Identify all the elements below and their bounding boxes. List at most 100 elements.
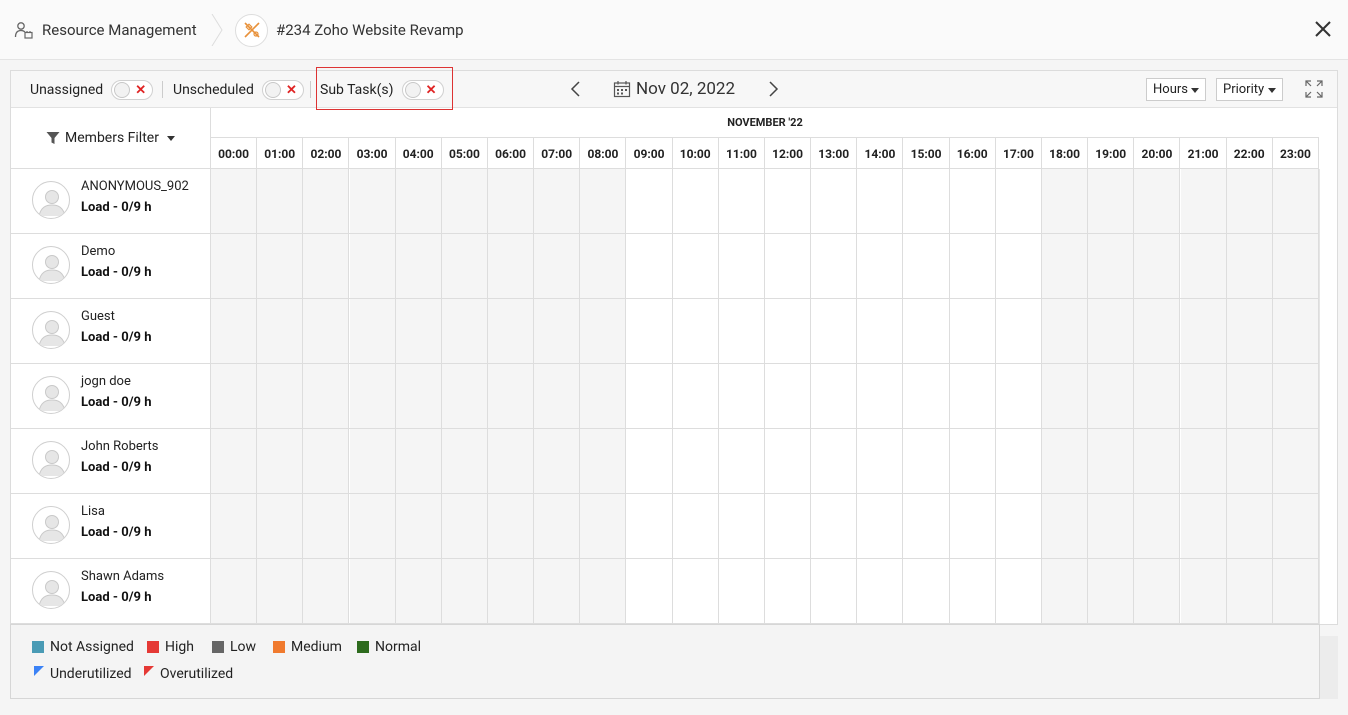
hour-column[interactable] bbox=[811, 169, 858, 624]
hour-column[interactable] bbox=[303, 169, 350, 624]
user-avatar-icon bbox=[38, 255, 66, 282]
hour-header-cell: 14:00 bbox=[857, 138, 904, 169]
hour-column[interactable] bbox=[626, 169, 673, 624]
close-icon[interactable] bbox=[1312, 18, 1334, 40]
member-row[interactable]: jogn doe Load - 0/9 h bbox=[11, 364, 211, 429]
hour-header-cell: 19:00 bbox=[1088, 138, 1135, 169]
hour-column[interactable] bbox=[1134, 169, 1181, 624]
hour-column[interactable] bbox=[1042, 169, 1089, 624]
hour-column[interactable] bbox=[395, 169, 442, 624]
hour-column[interactable] bbox=[1226, 169, 1273, 624]
toolbar-divider bbox=[162, 81, 163, 98]
legend-label: Underutilized bbox=[50, 666, 132, 682]
calendar-icon bbox=[613, 81, 631, 98]
chevron-down-icon bbox=[1268, 88, 1276, 93]
module-title: Resource Management bbox=[42, 21, 197, 39]
hour-header-cell: 16:00 bbox=[950, 138, 996, 169]
hour-column[interactable] bbox=[1088, 169, 1135, 624]
legend-label: Medium bbox=[291, 639, 342, 655]
legend-swatch bbox=[32, 641, 44, 653]
legend-label: Low bbox=[230, 639, 257, 655]
subtasks-highlight-box bbox=[316, 67, 453, 110]
member-name: ANONYMOUS_902 bbox=[81, 179, 189, 194]
hour-column[interactable] bbox=[765, 169, 812, 624]
off-x-icon: ✕ bbox=[285, 82, 297, 98]
schedule-grid[interactable] bbox=[211, 169, 1319, 624]
member-row[interactable]: Lisa Load - 0/9 h bbox=[11, 494, 211, 559]
member-load: Load - 0/9 h bbox=[81, 460, 152, 475]
avatar bbox=[32, 376, 70, 414]
avatar bbox=[32, 441, 70, 479]
hour-header-cell: 15:00 bbox=[904, 138, 950, 169]
hour-header-cell: 02:00 bbox=[303, 138, 350, 169]
resource-panel: Unassigned ✕ Unscheduled ✕ Sub Task(s) ✕ bbox=[10, 67, 1338, 625]
next-date-icon[interactable] bbox=[763, 79, 783, 99]
sort-select[interactable]: Priority bbox=[1216, 78, 1283, 101]
hour-column[interactable] bbox=[903, 169, 950, 624]
row-divider bbox=[211, 298, 1319, 299]
hour-column[interactable] bbox=[857, 169, 904, 624]
user-avatar-icon bbox=[38, 450, 66, 477]
hour-column[interactable] bbox=[580, 169, 627, 624]
hour-column[interactable] bbox=[488, 169, 535, 624]
members-filter[interactable]: Members Filter bbox=[11, 108, 211, 169]
hour-header-cell: 03:00 bbox=[350, 138, 396, 169]
avatar bbox=[32, 181, 70, 219]
legend: Not Assigned High Low Medium Normal Unde… bbox=[10, 624, 1320, 699]
hour-column[interactable] bbox=[211, 169, 258, 624]
member-row[interactable]: Guest Load - 0/9 h bbox=[11, 299, 211, 364]
unassigned-toggle-group: Unassigned ✕ bbox=[30, 71, 154, 108]
user-avatar-icon bbox=[38, 580, 66, 607]
current-date: Nov 02, 2022 bbox=[636, 79, 736, 99]
filter-icon bbox=[46, 132, 60, 144]
hour-column[interactable] bbox=[949, 169, 996, 624]
hour-column[interactable] bbox=[534, 169, 581, 624]
member-row[interactable]: ANONYMOUS_902 Load - 0/9 h bbox=[11, 169, 211, 234]
hour-column[interactable] bbox=[672, 169, 719, 624]
hour-column[interactable] bbox=[1272, 169, 1319, 624]
hour-column[interactable] bbox=[349, 169, 396, 624]
avatar bbox=[32, 506, 70, 544]
unassigned-label: Unassigned bbox=[30, 81, 104, 98]
chevron-down-icon bbox=[166, 135, 175, 141]
member-name: Guest bbox=[81, 309, 115, 324]
row-divider bbox=[211, 363, 1319, 364]
unscheduled-label: Unscheduled bbox=[173, 81, 254, 98]
top-header: Resource Management #234 Zoho Website Re… bbox=[0, 0, 1348, 60]
hour-header-cell: 07:00 bbox=[534, 138, 581, 169]
hour-header-cell: 11:00 bbox=[719, 138, 765, 169]
unscheduled-toggle[interactable]: ✕ bbox=[261, 79, 304, 100]
breadcrumb-separator-icon bbox=[211, 14, 223, 46]
date-picker[interactable]: Nov 02, 2022 bbox=[613, 77, 735, 101]
member-load: Load - 0/9 h bbox=[81, 330, 152, 345]
toolbar-divider bbox=[310, 81, 311, 98]
member-load: Load - 0/9 h bbox=[81, 200, 152, 215]
breadcrumb-resource-management[interactable]: Resource Management bbox=[14, 18, 197, 42]
hour-column[interactable] bbox=[995, 169, 1042, 624]
hour-column[interactable] bbox=[1180, 169, 1227, 624]
member-load: Load - 0/9 h bbox=[81, 395, 152, 410]
legend-high: High bbox=[147, 639, 194, 655]
hour-header-cell: 08:00 bbox=[580, 138, 627, 169]
unassigned-toggle[interactable]: ✕ bbox=[111, 79, 154, 100]
previous-date-icon[interactable] bbox=[566, 79, 586, 99]
vertical-scrollbar[interactable] bbox=[1319, 169, 1337, 624]
view-select[interactable]: Hours bbox=[1146, 78, 1206, 101]
hour-column[interactable] bbox=[441, 169, 488, 624]
fullscreen-icon[interactable] bbox=[1305, 80, 1323, 98]
legend-label: High bbox=[165, 639, 194, 655]
member-row[interactable]: John Roberts Load - 0/9 h bbox=[11, 429, 211, 494]
legend-label: Normal bbox=[375, 639, 422, 655]
member-row[interactable]: Demo Load - 0/9 h bbox=[11, 234, 211, 299]
avatar bbox=[32, 246, 70, 284]
hour-header-cell: 21:00 bbox=[1181, 138, 1227, 169]
hour-header-cell: 17:00 bbox=[996, 138, 1042, 169]
member-row[interactable]: Shawn Adams Load - 0/9 h bbox=[11, 559, 211, 624]
off-x-icon: ✕ bbox=[135, 82, 147, 98]
hour-column[interactable] bbox=[257, 169, 304, 624]
project-logo-icon bbox=[235, 13, 268, 47]
view-select-value: Hours bbox=[1153, 82, 1188, 97]
hour-column[interactable] bbox=[718, 169, 765, 624]
sort-select-value: Priority bbox=[1223, 82, 1265, 97]
breadcrumb-project[interactable]: #234 Zoho Website Revamp bbox=[235, 13, 464, 47]
